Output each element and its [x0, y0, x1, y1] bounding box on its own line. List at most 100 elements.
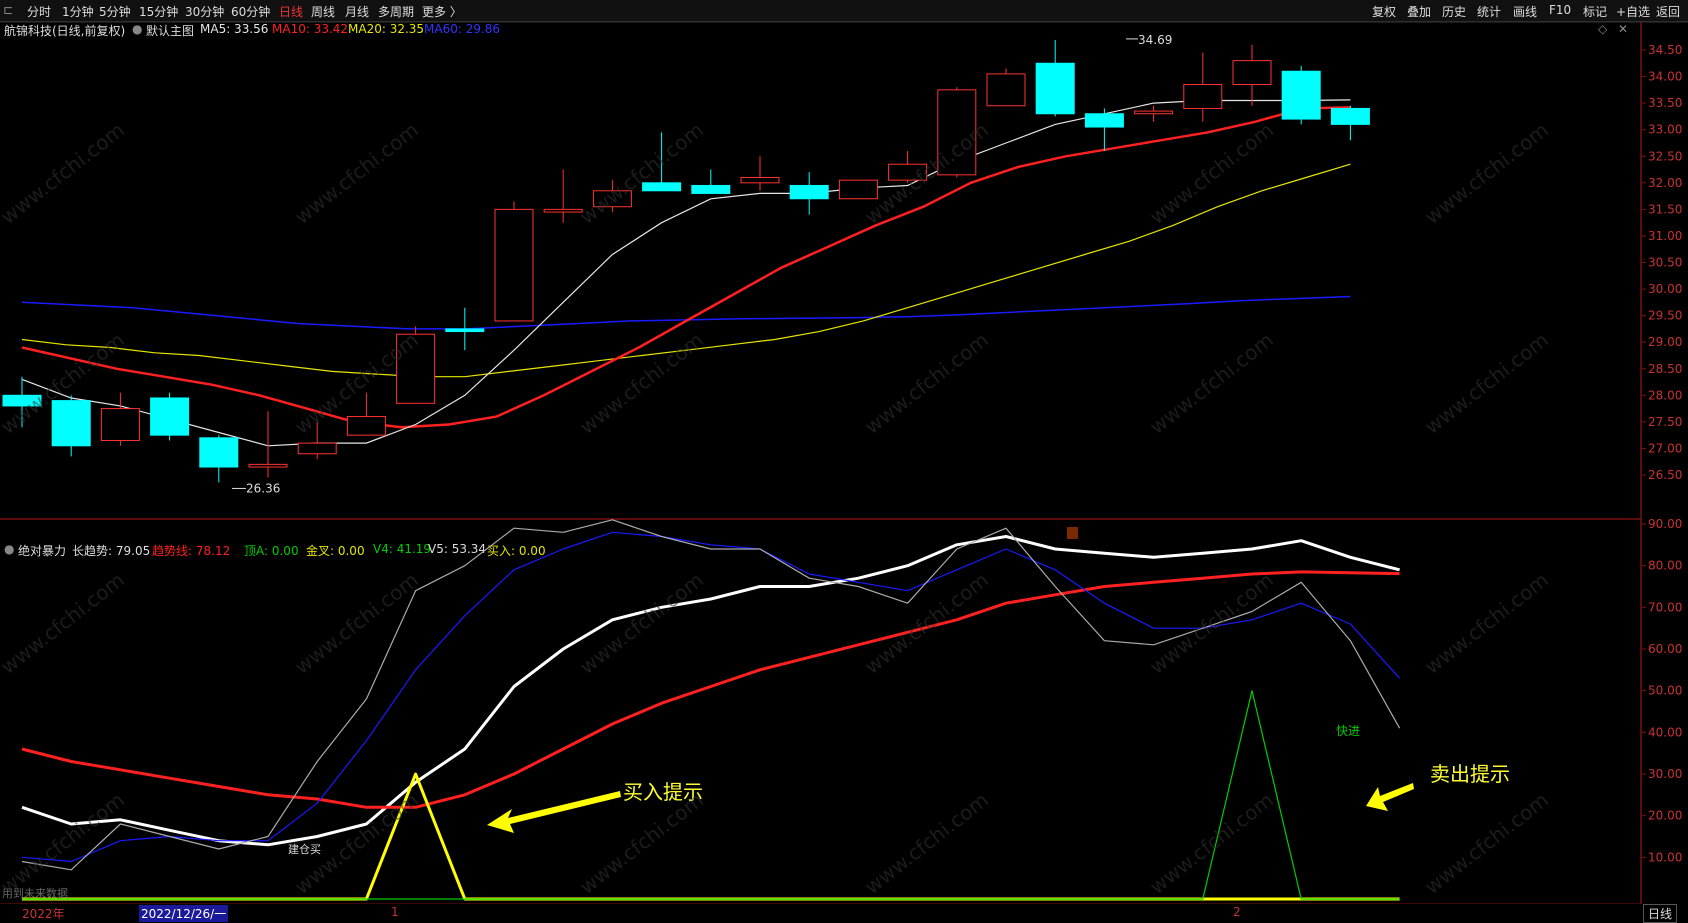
candle	[1183, 52, 1223, 122]
f10-button[interactable]: F10	[1549, 3, 1571, 17]
period-tab-1min[interactable]: 1分钟	[62, 3, 94, 20]
candle	[986, 68, 1026, 107]
indicator-line-long	[21, 535, 1400, 847]
high-label: 34.69	[1138, 33, 1172, 47]
price-tick-label: 31.50	[1648, 202, 1682, 216]
period-tab-daily[interactable]: 日线	[279, 3, 303, 20]
candle-body	[691, 184, 731, 194]
indicator-axis: 10.00 20.00 30.00 40.00 50.00 60.00 70.00 80.00…	[1641, 517, 1682, 864]
mark-button[interactable]: 标记	[1583, 3, 1607, 20]
candle-body	[1134, 110, 1174, 115]
candle-body	[838, 179, 878, 200]
fast-in-label: 快进	[1336, 724, 1360, 738]
candle-body	[1084, 113, 1124, 128]
indicator-tick-label: 30.00	[1648, 767, 1682, 781]
indicator-tick-label: 60.00	[1648, 642, 1682, 656]
candle	[1281, 65, 1321, 125]
candle	[691, 169, 731, 194]
candle	[1134, 105, 1174, 122]
candle-body	[494, 208, 534, 322]
month-label-1: 1	[391, 905, 399, 919]
panel-toggle-icon[interactable]: ⊏	[3, 3, 13, 17]
indicator-line-trend	[21, 570, 1400, 809]
price-tick-label: 29.50	[1648, 309, 1682, 323]
candle-body	[986, 73, 1026, 107]
overlay-button[interactable]: 叠加	[1407, 3, 1431, 20]
daily-tab[interactable]: 日线	[1643, 904, 1678, 923]
indicator-line-v4	[21, 531, 1401, 863]
price-tick-label: 32.00	[1648, 176, 1682, 190]
year-label: 2022年	[22, 907, 65, 921]
period-tab-15min[interactable]: 15分钟	[139, 3, 178, 20]
sell-arrow	[1366, 783, 1414, 811]
indicator-tick-label: 50.00	[1648, 684, 1682, 698]
date-axis: 2022年 2022/12/26/一 1 2 日线	[0, 904, 1688, 923]
period-tab-weekly[interactable]: 周线	[311, 3, 335, 20]
indicator-tick-label: 80.00	[1648, 559, 1682, 573]
candle-body	[346, 416, 386, 436]
candle-body	[1281, 70, 1321, 120]
buy-arrow	[487, 791, 621, 833]
period-tab-monthly[interactable]: 月线	[345, 3, 369, 20]
small-label: 建仓买	[288, 842, 321, 856]
candle-body	[1183, 84, 1223, 109]
candle	[838, 179, 878, 200]
low-label: 26.36	[246, 481, 280, 495]
price-tick-label: 31.00	[1648, 229, 1682, 243]
price-tick-label: 34.00	[1648, 70, 1682, 84]
candle-body	[51, 400, 91, 447]
candle-body	[248, 463, 288, 468]
candle	[51, 395, 91, 457]
price-tick-label: 28.00	[1648, 388, 1682, 402]
indicator-tick-label: 20.00	[1648, 809, 1682, 823]
price-tick-label: 33.00	[1648, 123, 1682, 137]
stats-button[interactable]: 统计	[1477, 3, 1501, 20]
draw-button[interactable]: 画线	[1513, 3, 1537, 20]
period-tab-30min[interactable]: 30分钟	[185, 3, 224, 20]
candle	[1330, 105, 1370, 141]
candle-body	[740, 177, 780, 184]
candle-body	[199, 437, 239, 468]
indicator-tick-label: 40.00	[1648, 725, 1682, 739]
candle	[1232, 44, 1272, 106]
candle-body	[1330, 107, 1370, 125]
candle	[494, 201, 534, 322]
cursor-date: 2022/12/26/一	[139, 905, 229, 922]
candle-body	[445, 328, 485, 333]
adjust-button[interactable]: 复权	[1372, 3, 1396, 20]
indicator-tick-label: 10.00	[1648, 850, 1682, 864]
price-tick-label: 33.50	[1648, 96, 1682, 110]
price-tick-label: 27.00	[1648, 441, 1682, 455]
period-tab-multi[interactable]: 多周期	[378, 3, 414, 20]
kline-chart[interactable]: 26.50 27.00 27.50 28.00 28.50 29.00 29.50 30.00…	[0, 21, 1688, 904]
history-button[interactable]: 历史	[1442, 3, 1466, 20]
indicator-tick-label: 90.00	[1648, 517, 1682, 531]
period-tab-60min[interactable]: 60分钟	[231, 3, 270, 20]
candle	[150, 392, 190, 441]
ma10-line	[21, 106, 1351, 429]
price-tick-label: 34.50	[1648, 43, 1682, 57]
price-tick-label: 27.50	[1648, 415, 1682, 429]
candle	[543, 169, 583, 223]
period-tab-fenshi[interactable]: 分时	[27, 3, 51, 20]
candle	[740, 156, 780, 191]
add-watchlist-button[interactable]: +自选	[1616, 3, 1650, 20]
candle-body	[789, 184, 829, 200]
event-marker	[1067, 527, 1078, 539]
month-label-2: 2	[1233, 905, 1241, 919]
period-tab-5min[interactable]: 5分钟	[99, 3, 131, 20]
price-tick-label: 28.50	[1648, 362, 1682, 376]
ma60-line	[21, 295, 1351, 330]
candle	[445, 307, 485, 351]
candle	[100, 392, 140, 446]
candle-body	[1035, 62, 1075, 115]
back-button[interactable]: 返回	[1656, 3, 1680, 20]
candle	[248, 411, 288, 478]
price-tick-label: 29.00	[1648, 335, 1682, 349]
candle	[1035, 39, 1075, 117]
period-tab-more[interactable]: 更多 〉	[422, 3, 462, 20]
candle-body	[642, 182, 682, 192]
indicator-line-v5	[21, 519, 1401, 871]
candle	[789, 172, 829, 215]
candle-body	[297, 442, 337, 455]
